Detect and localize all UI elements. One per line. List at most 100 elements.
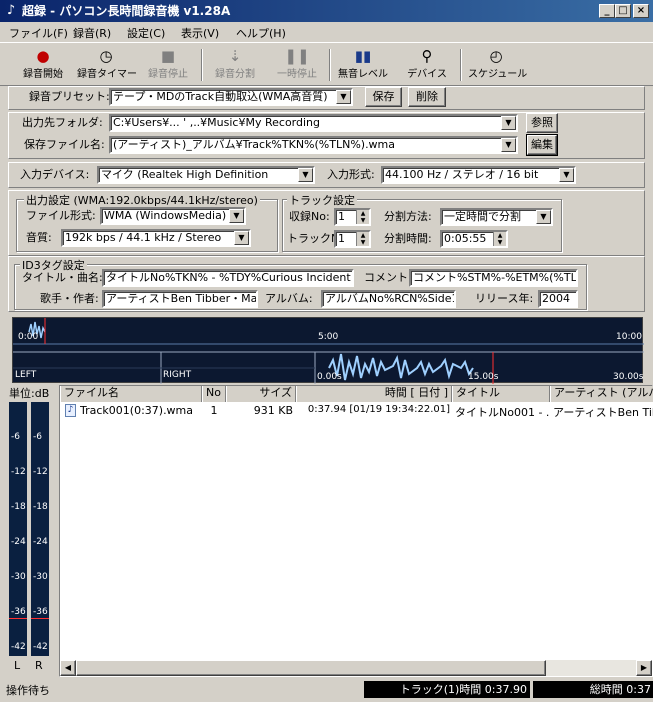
file-list[interactable]: ファイル名 No サイズ 時間 [ 日付 ] タイトル アーティスト (アルバム… — [59, 385, 653, 677]
id3-year-input[interactable]: 2004 — [538, 290, 578, 308]
chevron-down-icon[interactable]: ▼ — [336, 90, 351, 104]
chevron-down-icon[interactable]: ▼ — [501, 138, 516, 152]
toolbar: ● 録音開始 ◷ 録音タイマー ■ 録音停止 ⇣ 録音分割 ❚❚ 一時停止 ▮▮… — [0, 42, 653, 86]
filename-select[interactable]: (アーティスト)_アルバム¥Track%TKN%(%TLN%).wma ▼ — [109, 136, 518, 154]
spin-arrows-icon[interactable]: ▲ ▼ — [356, 232, 369, 246]
track-no-value: 1 — [338, 232, 345, 245]
meter-tick: -18 — [33, 502, 48, 512]
chevron-down-icon[interactable]: ▼ — [559, 168, 574, 182]
id3-album-label: アルバム: — [265, 292, 313, 305]
maximize-button[interactable]: □ — [615, 4, 631, 18]
chevron-down-icon[interactable]: ▼ — [536, 210, 551, 224]
toolbar-separator — [201, 49, 203, 81]
filename-value: (アーティスト)_アルバム¥Track%TKN%(%TLN%).wma — [113, 138, 396, 151]
table-row[interactable]: ♪ Track001(0:37).wma 1 931 KB 0:37.94 [0… — [60, 403, 653, 419]
close-button[interactable]: × — [633, 4, 649, 18]
input-format-value: 44.100 Hz / ステレオ / 16 bit — [385, 168, 539, 181]
toolbar-separator — [460, 49, 462, 81]
preset-delete-button[interactable]: 削除 — [408, 87, 446, 107]
meter-left-label: L — [14, 659, 21, 672]
status-bar: 操作待ち トラック(1)時間 0:37.90 総時間 0:37 — [0, 679, 653, 702]
input-format-select[interactable]: 44.100 Hz / ステレオ / 16 bit ▼ — [381, 166, 576, 184]
col-title[interactable]: タイトル — [452, 386, 550, 402]
record-start-button[interactable]: ● 録音開始 — [20, 47, 66, 83]
menu-file[interactable]: ファイル(F) — [9, 25, 68, 41]
id3-title-label: タイトル・曲名: — [22, 271, 103, 284]
meter-tick: -12 — [11, 467, 26, 477]
meter-unit-label: 単位:dB — [9, 387, 50, 400]
split-method-value: 一定時間で分割 — [444, 210, 521, 223]
quality-select[interactable]: 192k bps / 44.1 kHz / Stereo ▼ — [61, 229, 251, 247]
input-device-select[interactable]: マイク (Realtek High Definition ▼ — [97, 166, 315, 184]
scroll-right-icon[interactable]: ▶ — [636, 660, 652, 676]
waveform-display[interactable]: 0:00 5:00 10:00 LEFT RIGHT 0.00s 15.00s … — [12, 317, 644, 384]
schedule-button[interactable]: ◴ スケジュール — [468, 47, 527, 83]
col-no[interactable]: No — [202, 386, 226, 402]
chevron-down-icon[interactable]: ▼ — [234, 231, 249, 245]
meter-tick: -24 — [11, 537, 26, 547]
split-time-spinner[interactable]: 0:05:55 ▲ ▼ — [440, 230, 508, 248]
col-time[interactable]: 時間 [ 日付 ] — [296, 386, 452, 402]
device-button[interactable]: ⚲ デバイス — [404, 47, 450, 83]
record-timer-label: 録音タイマー — [77, 69, 137, 80]
wave-top-start: 0:00 — [18, 332, 39, 342]
id3-artist-value: アーティストBen Tibber・Mark — [106, 292, 258, 305]
chevron-down-icon[interactable]: ▼ — [298, 168, 313, 182]
menu-help[interactable]: ヘルプ(H) — [236, 25, 286, 41]
quality-label: 音質: — [26, 231, 52, 244]
pause-button[interactable]: ❚❚ 一時停止 — [273, 47, 321, 83]
record-timer-button[interactable]: ◷ 録音タイマー — [77, 47, 137, 83]
microphone-icon: ⚲ — [421, 47, 433, 65]
record-split-button[interactable]: ⇣ 録音分割 — [211, 47, 259, 83]
spin-arrows-icon[interactable]: ▲ ▼ — [493, 232, 506, 246]
wave-zoom-start: 0.00s — [317, 372, 342, 382]
record-stop-button[interactable]: ■ 録音停止 — [144, 47, 192, 83]
title-bar[interactable]: ♪ 超録 - パソコン長時間録音機 v1.28A _ □ × — [0, 0, 653, 22]
row-title: タイトルNo001 - ... — [455, 406, 549, 419]
output-settings-legend: 出力設定 (WMA:192.0kbps/44.1kHz/stereo) — [24, 192, 260, 208]
chevron-down-icon[interactable]: ▼ — [501, 116, 516, 130]
chevron-down-icon[interactable]: ▼ — [229, 209, 244, 223]
id3-title-input[interactable]: タイトルNo%TKN% - %TDY%Curious Incident of T… — [102, 269, 354, 287]
menu-settings[interactable]: 設定(C) — [127, 25, 165, 41]
window-title: 超録 - パソコン長時間録音機 v1.28A — [22, 4, 231, 18]
scroll-thumb[interactable] — [76, 660, 546, 676]
record-icon: ● — [36, 47, 50, 65]
record-count-spinner[interactable]: 1 ▲ ▼ — [334, 208, 371, 226]
id3-comment-input[interactable]: コメント%STM%-%ETM%(%TLN%) — [409, 269, 578, 287]
meter-right-peak — [31, 618, 49, 619]
id3-artist-input[interactable]: アーティストBen Tibber・Mark — [102, 290, 258, 308]
menu-view[interactable]: 表示(V) — [181, 25, 219, 41]
output-folder-select[interactable]: C:¥Users¥... ' ,..¥Music¥My Recording ▼ — [109, 114, 518, 132]
menu-record[interactable]: 録音(R) — [73, 25, 111, 41]
browse-button[interactable]: 参照 — [526, 113, 558, 133]
col-filename[interactable]: ファイル名 — [60, 386, 202, 402]
meter-tick: -18 — [11, 502, 26, 512]
col-artist[interactable]: アーティスト (アルバム) — [550, 386, 653, 402]
edit-button[interactable]: 編集 — [526, 134, 558, 156]
minimize-button[interactable]: _ — [599, 4, 615, 18]
note-icon: ♪ — [6, 3, 16, 18]
file-type-select[interactable]: WMA (WindowsMedia) ▼ — [100, 207, 246, 225]
preset-save-button[interactable]: 保存 — [365, 87, 402, 107]
scroll-left-icon[interactable]: ◀ — [60, 660, 76, 676]
wave-top-end: 10:00 — [616, 332, 642, 342]
id3-album-input[interactable]: アルバムNo%RCN%Side1 — [321, 290, 456, 308]
meter-tick: -42 — [11, 642, 26, 652]
preset-select[interactable]: テープ・MDのTrack自動取込(WMA高音質) ▼ — [109, 88, 353, 106]
spin-arrows-icon[interactable]: ▲ ▼ — [356, 210, 369, 224]
horizontal-scrollbar[interactable]: ◀ ▶ — [60, 660, 652, 676]
stop-icon: ■ — [160, 47, 176, 65]
file-type-label: ファイル形式: — [26, 209, 96, 222]
meter-tick: -36 — [33, 607, 48, 617]
output-folder-value: C:¥Users¥... ' ,..¥Music¥My Recording — [113, 116, 320, 129]
silence-level-button[interactable]: ▮▮ 無音レベル — [337, 47, 389, 83]
wave-left-label: LEFT — [15, 370, 37, 380]
track-no-spinner[interactable]: 1 ▲ ▼ — [334, 230, 371, 248]
list-header: ファイル名 No サイズ 時間 [ 日付 ] タイトル アーティスト (アルバム… — [60, 386, 653, 402]
file-type-value: WMA (WindowsMedia) — [104, 209, 227, 222]
split-method-select[interactable]: 一定時間で分割 ▼ — [440, 208, 553, 226]
input-device-label: 入力デバイス: — [20, 168, 90, 181]
split-time-label: 分割時間: — [384, 232, 432, 245]
col-size[interactable]: サイズ — [226, 386, 296, 402]
